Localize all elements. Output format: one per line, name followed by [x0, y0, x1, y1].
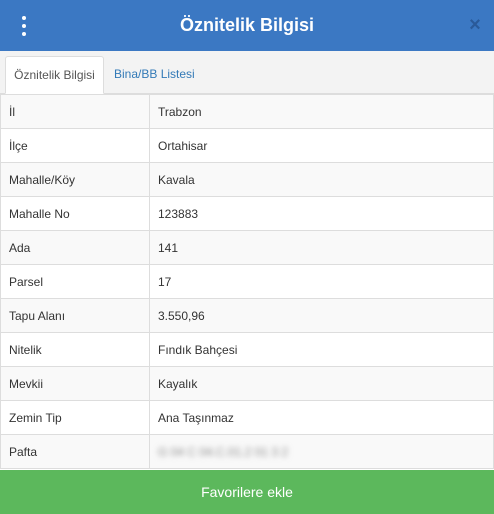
pafta-value-text: G 04 C 04.C.01.2 01 3 2	[158, 444, 289, 459]
attribute-key-ada: Ada	[0, 230, 150, 265]
dialog-title: Öznitelik Bilgisi	[179, 15, 315, 35]
tab-bar: Öznitelik Bilgisi Bina/BB Listesi	[0, 51, 494, 94]
attribute-value-zemin-tip: Ana Taşınmaz	[149, 400, 494, 435]
table-row: Tapu Alanı 3.550,96	[0, 298, 494, 333]
attribute-table: İl Trabzon İlçe Ortahisar Mahalle/Köy Ka…	[0, 94, 494, 470]
close-icon[interactable]: ×	[466, 15, 484, 35]
table-row: Parsel 17	[0, 264, 494, 299]
attribute-key-nitelik: Nitelik	[0, 332, 150, 367]
attribute-key-zemin-tip: Zemin Tip	[0, 400, 150, 435]
table-row: Zemin Tip Ana Taşınmaz	[0, 400, 494, 435]
attribute-value-mahalle: Kavala	[149, 162, 494, 197]
table-row: Ada 141	[0, 230, 494, 265]
attribute-key-pafta: Pafta	[0, 434, 150, 469]
attribute-key-il: İl	[0, 94, 150, 129]
attribute-value-ilce: Ortahisar	[149, 128, 494, 163]
dialog-header: Öznitelik Bilgisi ×	[0, 0, 494, 51]
attribute-key-tapu-alani: Tapu Alanı	[0, 298, 150, 333]
attribute-key-mevkii: Mevkii	[0, 366, 150, 401]
attribute-value-mahalle-no: 123883	[149, 196, 494, 231]
table-row: Mahalle/Köy Kavala	[0, 162, 494, 197]
attribute-key-mahalle-no: Mahalle No	[0, 196, 150, 231]
attribute-value-tapu-alani: 3.550,96	[149, 298, 494, 333]
table-row: Mevkii Kayalık	[0, 366, 494, 401]
attribute-value-il: Trabzon	[149, 94, 494, 129]
table-row: Mahalle No 123883	[0, 196, 494, 231]
table-row: İl Trabzon	[0, 94, 494, 129]
attribute-key-parsel: Parsel	[0, 264, 150, 299]
tab-attribute-info[interactable]: Öznitelik Bilgisi	[5, 56, 104, 94]
tab-building-list[interactable]: Bina/BB Listesi	[106, 56, 203, 94]
attribute-value-ada: 141	[149, 230, 494, 265]
table-row: Pafta G 04 C 04.C.01.2 01 3 2	[0, 434, 494, 469]
attribute-value-nitelik: Fındık Bahçesi	[149, 332, 494, 367]
attribute-value-pafta: G 04 C 04.C.01.2 01 3 2	[149, 434, 494, 469]
attribute-value-parsel: 17	[149, 264, 494, 299]
attribute-value-mevkii: Kayalık	[149, 366, 494, 401]
attribute-key-mahalle: Mahalle/Köy	[0, 162, 150, 197]
table-row: İlçe Ortahisar	[0, 128, 494, 163]
table-row: Nitelik Fındık Bahçesi	[0, 332, 494, 367]
attribute-key-ilce: İlçe	[0, 128, 150, 163]
add-to-favorites-button[interactable]: Favorilere ekle	[0, 470, 494, 514]
